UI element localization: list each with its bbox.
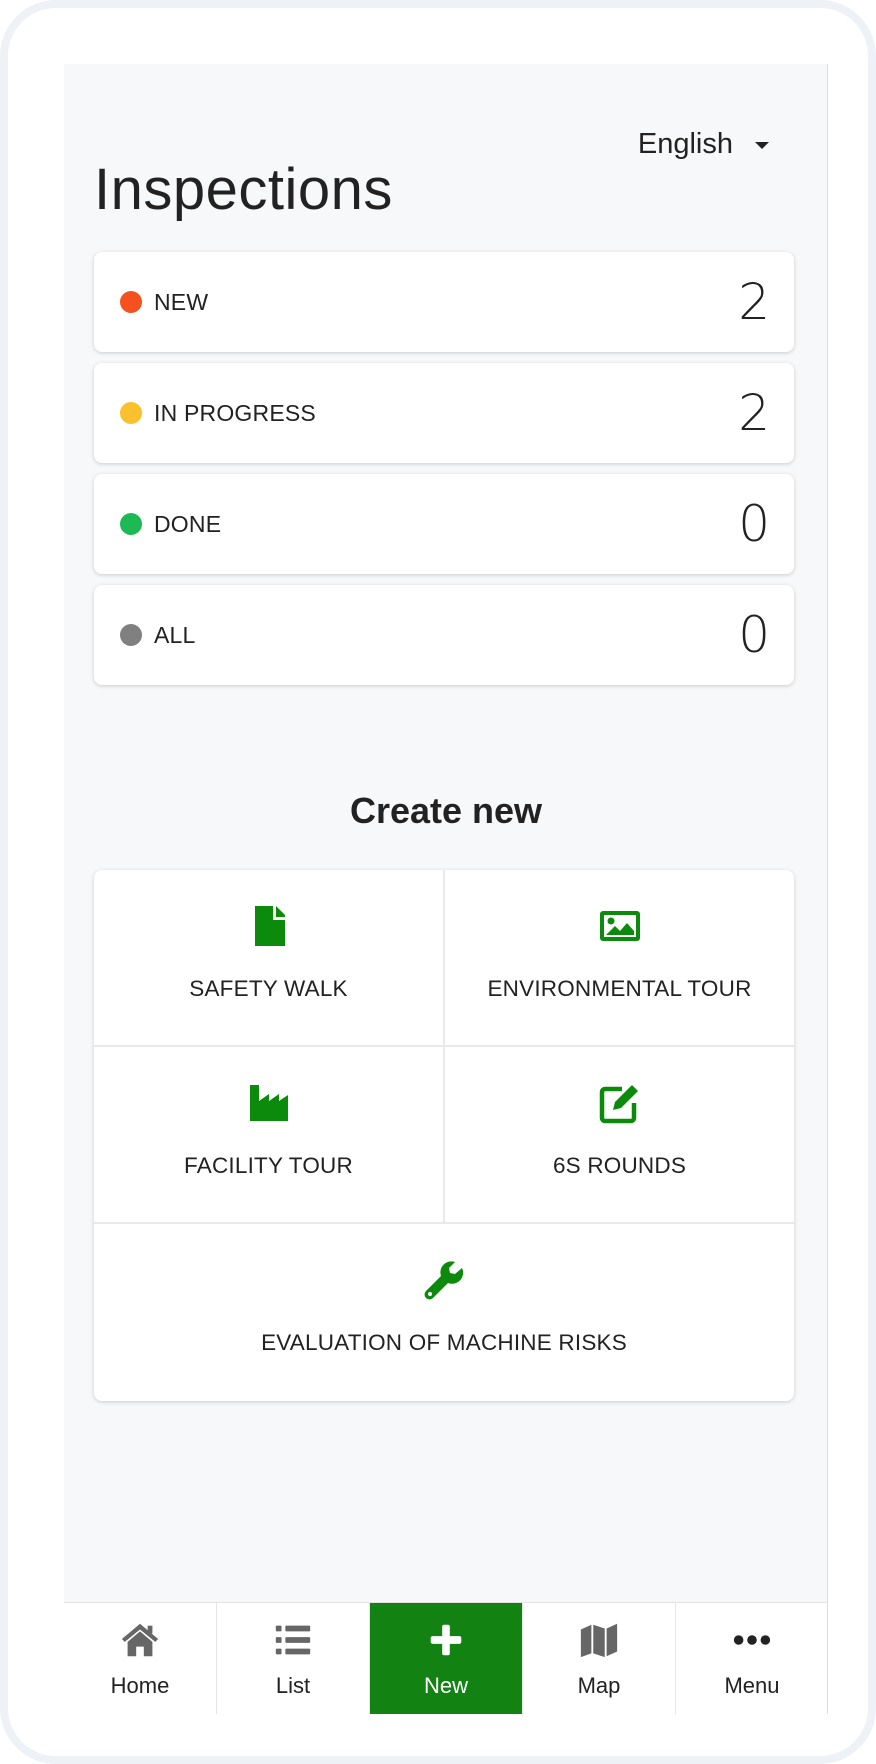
bottom-navigation: Home List New Map Menu	[64, 1602, 827, 1714]
grid-row: FACILITY TOUR 6S ROUNDS	[94, 1047, 794, 1224]
create-environmental-tour-button[interactable]: ENVIRONMENTAL TOUR	[443, 870, 794, 1045]
nav-label: List	[275, 1672, 311, 1698]
nav-list[interactable]: List	[216, 1603, 369, 1714]
create-6s-rounds-button[interactable]: 6S ROUNDS	[443, 1047, 794, 1222]
home-icon	[121, 1623, 159, 1656]
create-safety-walk-button[interactable]: SAFETY WALK	[94, 870, 443, 1045]
nav-new[interactable]: New	[369, 1603, 522, 1714]
create-machine-risks-button[interactable]: EVALUATION OF MACHINE RISKS	[94, 1224, 794, 1401]
status-card-done[interactable]: DONE 0	[94, 474, 794, 574]
image-icon	[599, 911, 640, 941]
status-label: ALL	[154, 621, 196, 648]
tile-label: EVALUATION OF MACHINE RISKS	[261, 1330, 627, 1355]
page-title: Inspections	[94, 157, 393, 222]
wrench-icon	[424, 1261, 464, 1300]
status-count: 2	[738, 273, 770, 331]
tile-label: 6S ROUNDS	[552, 1153, 687, 1178]
status-count: 0	[738, 495, 770, 553]
map-icon	[580, 1623, 618, 1657]
list-icon	[275, 1625, 311, 1654]
nav-home[interactable]: Home	[64, 1603, 216, 1714]
grid-row: EVALUATION OF MACHINE RISKS	[94, 1224, 794, 1401]
status-card-all[interactable]: ALL 0	[94, 585, 794, 685]
factory-icon	[249, 1085, 288, 1121]
nav-label: Menu	[724, 1672, 780, 1698]
status-dot-new	[120, 291, 142, 313]
create-new-grid: SAFETY WALK ENVIRONMENTAL TOUR FACILITY …	[94, 870, 794, 1401]
status-count: 2	[738, 384, 770, 442]
status-dot-in-progress	[120, 402, 142, 424]
nav-label: New	[423, 1672, 468, 1698]
language-label: English	[637, 127, 733, 160]
status-label: NEW	[154, 288, 209, 315]
edit-icon	[599, 1085, 638, 1124]
status-list: NEW 2 IN PROGRESS 2 DONE 0 ALL 0	[94, 252, 794, 696]
nav-menu[interactable]: Menu	[675, 1603, 827, 1714]
file-icon	[254, 906, 285, 946]
more-icon	[733, 1634, 771, 1645]
status-label: IN PROGRESS	[154, 399, 316, 426]
nav-label: Map	[577, 1672, 621, 1698]
create-new-heading: Create new	[349, 790, 543, 831]
app-screen: English Inspections NEW 2 IN PROGRESS 2 …	[64, 64, 828, 1714]
status-dot-done	[120, 513, 142, 535]
status-card-in-progress[interactable]: IN PROGRESS 2	[94, 363, 794, 463]
tile-label: FACILITY TOUR	[184, 1153, 353, 1178]
device-frame: English Inspections NEW 2 IN PROGRESS 2 …	[0, 0, 876, 1764]
tile-label: SAFETY WALK	[189, 976, 348, 1001]
caret-down-icon	[755, 141, 769, 149]
status-label: DONE	[154, 510, 222, 537]
tile-label: ENVIRONMENTAL TOUR	[487, 976, 752, 1001]
nav-map[interactable]: Map	[522, 1603, 675, 1714]
nav-label: Home	[110, 1672, 170, 1698]
status-dot-all	[120, 624, 142, 646]
create-facility-tour-button[interactable]: FACILITY TOUR	[94, 1047, 443, 1222]
language-selector[interactable]: English	[638, 124, 769, 164]
plus-icon	[430, 1624, 462, 1655]
grid-row: SAFETY WALK ENVIRONMENTAL TOUR	[94, 870, 794, 1047]
status-count: 0	[738, 606, 770, 664]
status-card-new[interactable]: NEW 2	[94, 252, 794, 352]
